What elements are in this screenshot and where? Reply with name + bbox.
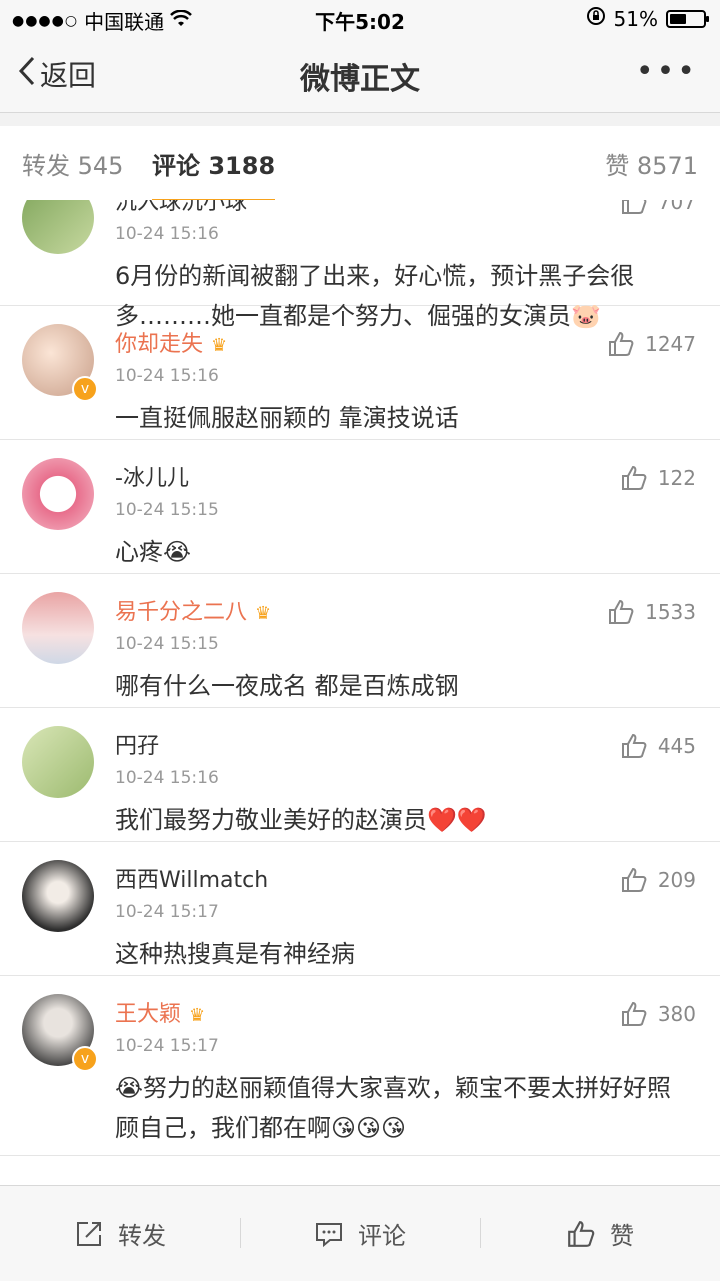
comment-author[interactable]: -冰儿儿 [115,460,189,492]
comment-item[interactable]: -冰儿儿 10-24 15:15 心疼😭 122 [0,440,720,574]
tab-comment[interactable]: 评论 3188 [152,146,276,203]
battery-fill [670,13,687,24]
like-button[interactable]: 707 [620,200,696,216]
comment-author[interactable]: 円孖 [115,728,159,760]
comment-item[interactable]: 沉入球沉小球 10-24 15:16 6月份的新闻被翻了出来，好心慌，预计黑子会… [0,200,720,330]
comment-time: 10-24 15:16 [115,366,219,386]
comment-author[interactable]: 易千分之二八 ♛ [115,594,271,626]
like-action-button[interactable]: 赞 [480,1186,720,1281]
tab-like[interactable]: 赞 8571 [605,146,698,181]
comment-time: 10-24 15:17 [115,902,219,922]
status-right: 51% [586,6,709,31]
comment-item[interactable]: v 王大颖 ♛ 10-24 15:17 😭努力的赵丽颖值得大家喜欢，颖宝不要太拼好… [0,976,720,1156]
comment-item[interactable]: 易千分之二八 ♛ 10-24 15:15 哪有什么一夜成名 都是百炼成钢 1533 [0,574,720,708]
comment-author-name: 王大颖 [115,1002,182,1027]
comment-author-name: 你却走失 [115,332,204,357]
like-button[interactable]: 445 [620,732,696,760]
like-button[interactable]: 1247 [607,330,696,358]
vip-crown-icon: ♛ [189,1005,206,1026]
comment-time: 10-24 15:15 [115,634,219,654]
vip-crown-icon: ♛ [211,335,228,356]
like-count: 380 [657,1002,696,1026]
repost-button[interactable]: 转发 [0,1186,240,1281]
comment-text: 这种热搜真是有神经病 [115,940,355,968]
avatar[interactable] [22,200,94,254]
comment-time: 10-24 15:16 [115,224,219,244]
comment-author-name: 易千分之二八 [115,600,248,625]
thumbs-up-icon [568,1220,595,1247]
comment-author[interactable]: 你却走失 ♛ [115,326,227,358]
avatar[interactable] [22,458,94,530]
like-count: 445 [657,734,696,758]
comment-author[interactable]: 王大颖 ♛ [115,996,205,1028]
like-count: 1247 [645,332,696,356]
thumbs-up-icon [621,1001,647,1026]
comment-author[interactable]: 沉入球沉小球 [115,200,247,216]
vip-crown-icon: ♛ [255,603,272,624]
thumbs-up-icon [609,331,634,356]
repost-icon [77,1221,101,1246]
comment-text: 哪有什么一夜成名 都是百炼成钢 [115,672,459,700]
thumbs-up-icon [621,200,647,214]
comment-time: 10-24 15:16 [115,768,219,788]
battery-percent: 51% [613,6,658,31]
thumbs-up-icon [621,867,647,892]
like-button[interactable]: 209 [620,866,696,894]
comment-text: 心疼😭 [115,538,192,566]
page-title: 微博正文 [300,62,420,97]
more-icon[interactable]: ••• [636,54,698,89]
comment-label: 评论 [358,1222,406,1250]
comment-button[interactable]: 评论 [240,1186,480,1281]
comment-item[interactable]: 円孖 10-24 15:16 我们最努力敬业美好的赵演员❤️❤️ 445 [0,708,720,842]
like-count: 122 [657,466,696,490]
like-count: 707 [657,200,696,214]
tab-repost[interactable]: 转发 545 [22,146,123,181]
nav-bar: 返回 微博正文 ••• [0,36,720,113]
repost-label: 转发 [118,1222,166,1250]
comment-text: 一直挺佩服赵丽颖的 靠演技说话 [115,404,459,432]
comment-text: 😭努力的赵丽颖值得大家喜欢，颖宝不要太拼好好照顾自己，我们都在啊😘😘😘 [115,1074,672,1142]
comment-time: 10-24 15:17 [115,1036,219,1056]
comment-icon [316,1222,342,1247]
thumbs-up-icon [621,733,647,758]
avatar[interactable] [22,592,94,664]
like-button[interactable]: 380 [620,1000,696,1028]
comment-time: 10-24 15:15 [115,500,219,520]
comment-text: 我们最努力敬业美好的赵演员❤️❤️ [115,806,487,834]
thumbs-up-icon [621,465,647,490]
bottom-action-bar: 转发 评论 赞 [0,1185,720,1281]
comment-item[interactable]: v 你却走失 ♛ 10-24 15:16 一直挺佩服赵丽颖的 靠演技说话 1247 [0,306,720,440]
thumbs-up-icon [609,599,634,624]
like-count: 1533 [645,600,696,624]
like-label: 赞 [610,1222,634,1250]
like-button[interactable]: 122 [620,464,696,492]
verified-badge-icon: v [72,1046,98,1072]
comment-item[interactable]: 西西Willmatch 10-24 15:17 这种热搜真是有神经病 209 [0,842,720,976]
status-bar: ●●●●○ 中国联通 下午5:02 51% [0,0,720,36]
tab-bar: 转发 545 评论 3188 赞 8571 [0,126,720,203]
verified-badge-icon: v [72,376,98,402]
comment-author[interactable]: 西西Willmatch [115,862,268,894]
rotation-lock-icon [586,6,606,31]
like-button[interactable]: 1533 [607,598,696,626]
avatar[interactable] [22,860,94,932]
battery-icon [666,9,709,28]
avatar[interactable] [22,726,94,798]
comment-list: 沉入球沉小球 10-24 15:16 6月份的新闻被翻了出来，好心慌，预计黑子会… [0,200,720,1185]
like-count: 209 [657,868,696,892]
